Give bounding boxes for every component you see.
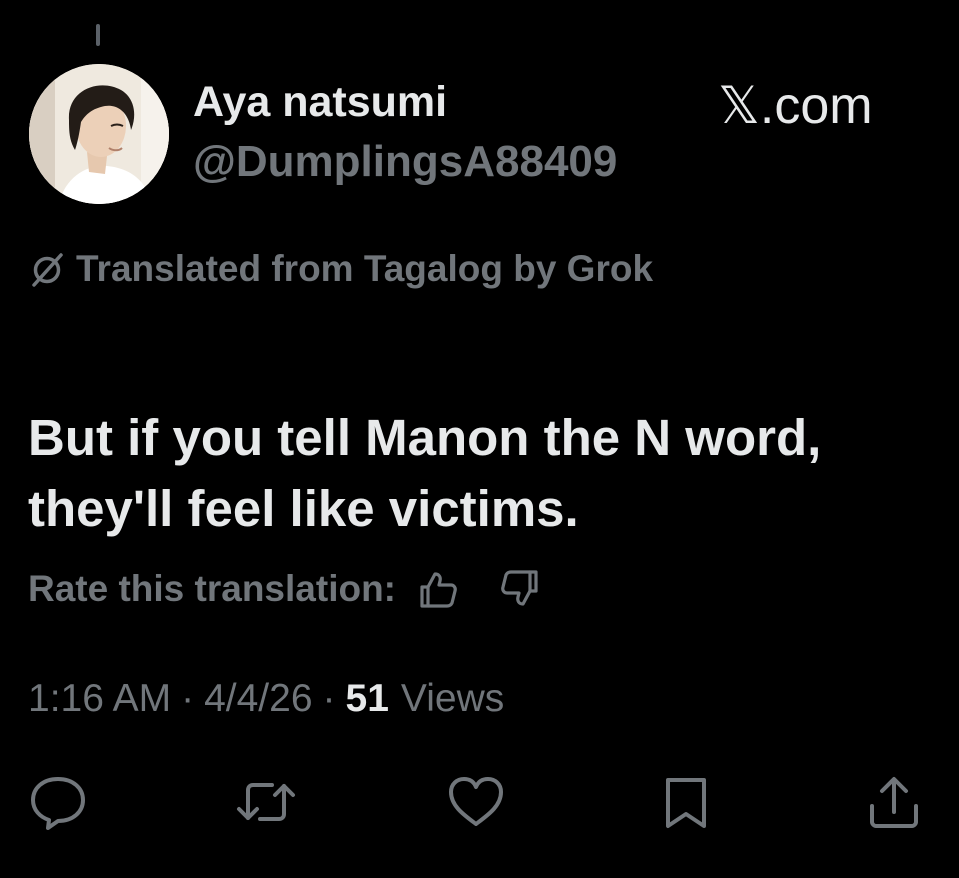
views-label[interactable]: Views [401, 677, 504, 721]
reply-icon[interactable] [26, 770, 90, 834]
author-handle[interactable]: @DumplingsA88409 [193, 137, 617, 187]
translation-notice: Translated from Tagalog by Grok [28, 244, 653, 294]
post-text-line: they'll feel like victims. [28, 480, 579, 537]
author-display-name[interactable]: Aya natsumi [193, 78, 447, 127]
like-icon[interactable] [444, 770, 508, 834]
post-metadata: 1:16 AM · 4/4/26 · 51 Views [28, 672, 504, 726]
profile-photo-icon [29, 64, 169, 204]
thumbs-up-icon[interactable] [416, 567, 460, 611]
meta-separator: · [181, 677, 195, 720]
x-com-watermark: 𝕏.com [718, 77, 873, 135]
post-time[interactable]: 1:16 AM [28, 677, 171, 721]
post-date[interactable]: 4/4/26 [204, 677, 312, 721]
thread-connector-line [96, 24, 100, 46]
grok-icon [28, 249, 68, 289]
post-text-line: But if you tell Manon the N word, [28, 409, 822, 466]
views-count[interactable]: 51 [346, 677, 389, 721]
thumbs-down-icon[interactable] [498, 567, 542, 611]
bookmark-icon[interactable] [654, 770, 718, 834]
rate-translation-label: Rate this translation: [28, 568, 396, 609]
repost-icon[interactable] [234, 770, 298, 834]
translation-notice-text: Translated from Tagalog by Grok [76, 248, 654, 289]
avatar[interactable] [29, 64, 169, 204]
share-icon[interactable] [862, 770, 926, 834]
rate-translation: Rate this translation: [28, 562, 542, 616]
post-text: But if you tell Manon the N word, they'l… [28, 402, 928, 544]
meta-separator: · [322, 677, 336, 720]
